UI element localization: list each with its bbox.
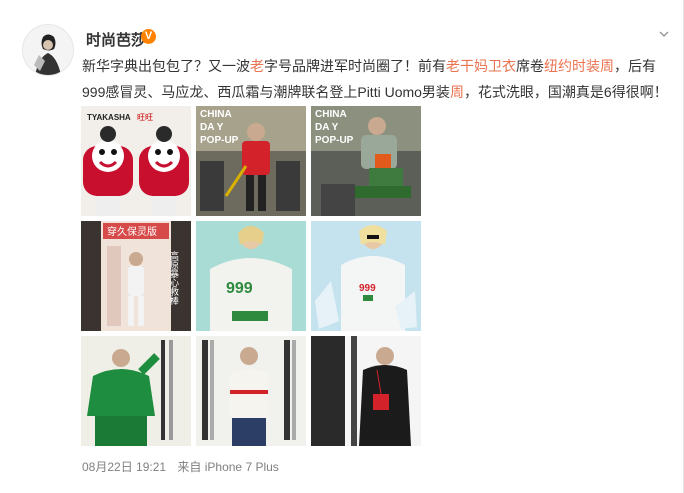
tile4-sign: 高原暴心救棒 [168, 250, 179, 306]
post-text: 新华字典出包包了？又一波老字号品牌进军时尚圈了！前有老干妈卫衣席卷纽约时装周，后… [82, 53, 678, 105]
image-tile-7[interactable] [81, 336, 191, 446]
tile5-logo: 999 [226, 280, 253, 297]
weibo-post-card: 时尚芭莎 V 新华字典出包包了？又一波老字号品牌进军时尚圈了！前有老干妈卫衣席卷… [0, 0, 684, 493]
post-text-segment: 新华字典出包包了？又一波 [82, 58, 250, 74]
user-avatar[interactable] [22, 24, 74, 76]
tile2-line3: POP-UP [200, 135, 239, 146]
post-highlight-link[interactable]: 老 [250, 58, 264, 74]
post-source: 来自 iPhone 7 Plus [177, 460, 279, 474]
post-text-segment: ，花式洗眼，国潮真是6得很啊！ [463, 84, 668, 100]
tile2-line1: CHINA [200, 109, 232, 120]
tile2-line2: DA Y [200, 122, 224, 133]
username[interactable]: 时尚芭莎 [86, 29, 146, 50]
tile4-banner: 穿久保灵版 [107, 225, 157, 238]
image-tile-6[interactable]: 999 [311, 221, 421, 331]
image-tile-1[interactable]: TYAKASHA 旺旺 [81, 106, 191, 216]
image-tile-4[interactable]: 穿久保灵版 高原暴心救棒 [81, 221, 191, 331]
tile1-brand-text-2: 旺旺 [137, 113, 153, 122]
image-tile-8[interactable] [196, 336, 306, 446]
verified-badge-icon: V [141, 29, 156, 44]
tile3-line3: POP-UP [315, 135, 354, 146]
image-tile-2[interactable]: CHINA DA Y POP-UP [196, 106, 306, 216]
image-grid: TYAKASHA 旺旺 CHINA DA Y POP-UP CHINA DA Y… [81, 106, 421, 446]
tile1-brand-text: TYAKASHA [87, 113, 131, 122]
image-tile-5[interactable]: 999 [196, 221, 306, 331]
image-tile-9[interactable] [311, 336, 421, 446]
post-meta: 08月22日 19:21 来自 iPhone 7 Plus [82, 458, 287, 475]
chevron-down-icon[interactable] [658, 28, 670, 40]
image-tile-3[interactable]: CHINA DA Y POP-UP [311, 106, 421, 216]
tile3-line1: CHINA [315, 109, 347, 120]
tile6-logo: 999 [359, 283, 376, 294]
post-highlight-link[interactable]: 周 [450, 84, 464, 100]
tile3-line2: DA Y [315, 122, 339, 133]
post-highlight-link[interactable]: 纽约时装周 [544, 58, 614, 74]
post-text-segment: 字号品牌进军时尚圈了！前有 [264, 58, 446, 74]
post-highlight-link[interactable]: 老干妈卫衣 [446, 58, 516, 74]
post-date-link[interactable]: 08月22日 19:21 [82, 460, 166, 474]
post-text-segment: 席卷 [516, 58, 544, 74]
